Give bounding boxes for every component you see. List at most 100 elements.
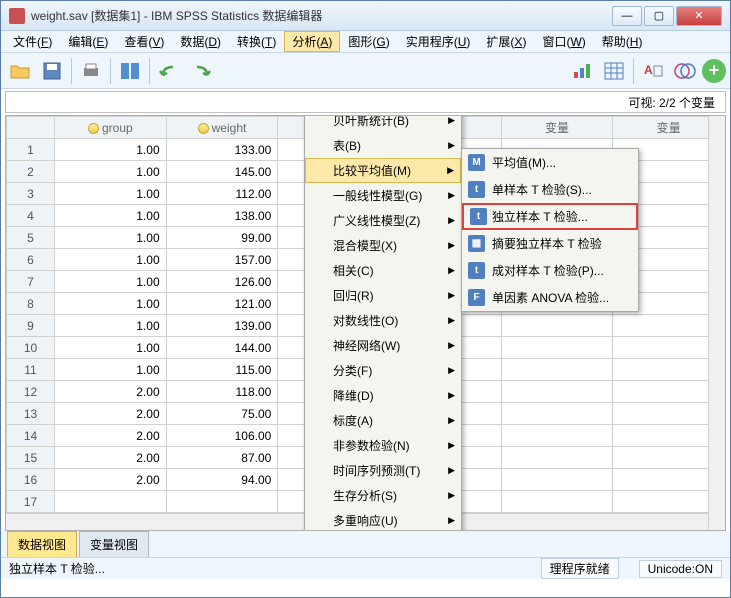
menu-f[interactable]: 文件(F) (5, 31, 60, 52)
cell-weight[interactable]: 157.00 (166, 249, 278, 271)
row-number[interactable]: 15 (7, 447, 55, 469)
analyze-menu-item[interactable]: 多重响应(U)▶ (305, 508, 461, 531)
redo-icon[interactable] (186, 56, 216, 86)
grid-icon[interactable] (599, 56, 629, 86)
analyze-menu-item[interactable]: 分类(F)▶ (305, 358, 461, 383)
analyze-menu-item[interactable]: 标度(A)▶ (305, 408, 461, 433)
cell-weight[interactable]: 118.00 (166, 381, 278, 403)
analyze-menu-item[interactable]: 降维(D)▶ (305, 383, 461, 408)
cell-weight[interactable]: 99.00 (166, 227, 278, 249)
analyze-menu-item[interactable]: 相关(C)▶ (305, 258, 461, 283)
analyze-menu-item[interactable]: 表(B)▶ (305, 133, 461, 158)
row-number[interactable]: 2 (7, 161, 55, 183)
cell-weight[interactable]: 106.00 (166, 425, 278, 447)
analyze-menu-item[interactable]: 广义线性模型(Z)▶ (305, 208, 461, 233)
undo-icon[interactable] (154, 56, 184, 86)
cell-group[interactable]: 1.00 (55, 315, 167, 337)
compare-means-item[interactable]: t独立样本 T 检验... (462, 203, 638, 230)
compare-means-item[interactable]: M平均值(M)... (462, 149, 638, 176)
row-number[interactable]: 5 (7, 227, 55, 249)
analyze-menu-item[interactable]: 混合模型(X)▶ (305, 233, 461, 258)
menu-a[interactable]: 分析(A) (284, 31, 340, 52)
cell-group[interactable]: 2.00 (55, 381, 167, 403)
column-header[interactable]: weight (166, 117, 278, 139)
cell-weight[interactable]: 87.00 (166, 447, 278, 469)
cell-group[interactable]: 1.00 (55, 139, 167, 161)
row-number[interactable]: 9 (7, 315, 55, 337)
column-header[interactable]: 变量 (501, 117, 613, 139)
cell-weight[interactable] (166, 491, 278, 513)
cell-group[interactable]: 1.00 (55, 183, 167, 205)
cell-group[interactable]: 1.00 (55, 227, 167, 249)
row-number[interactable]: 14 (7, 425, 55, 447)
row-number[interactable]: 16 (7, 469, 55, 491)
cell-weight[interactable]: 145.00 (166, 161, 278, 183)
cell-group[interactable]: 1.00 (55, 337, 167, 359)
analyze-menu-item[interactable]: 对数线性(O)▶ (305, 308, 461, 333)
cell-weight[interactable]: 126.00 (166, 271, 278, 293)
cell-group[interactable]: 1.00 (55, 205, 167, 227)
analyze-menu-item[interactable]: 时间序列预测(T)▶ (305, 458, 461, 483)
tab-data-view[interactable]: 数据视图 (7, 531, 77, 557)
chart-icon[interactable] (567, 56, 597, 86)
menu-h[interactable]: 帮助(H) (594, 31, 651, 52)
cell-group[interactable]: 2.00 (55, 403, 167, 425)
cell-weight[interactable]: 144.00 (166, 337, 278, 359)
compare-means-item[interactable]: ▦摘要独立样本 T 检验 (462, 230, 638, 257)
row-number[interactable]: 3 (7, 183, 55, 205)
cell-weight[interactable]: 138.00 (166, 205, 278, 227)
maximize-button[interactable]: ▢ (644, 6, 674, 26)
venn-icon[interactable] (670, 56, 700, 86)
cell-group[interactable]: 1.00 (55, 293, 167, 315)
menu-v[interactable]: 查看(V) (116, 31, 172, 52)
cell-group[interactable]: 1.00 (55, 359, 167, 381)
cell-weight[interactable]: 75.00 (166, 403, 278, 425)
open-icon[interactable] (5, 56, 35, 86)
cell-group[interactable]: 2.00 (55, 469, 167, 491)
analyze-menu-item[interactable]: 生存分析(S)▶ (305, 483, 461, 508)
menu-x[interactable]: 扩展(X) (478, 31, 534, 52)
cell-group[interactable]: 2.00 (55, 425, 167, 447)
recall-dialog-icon[interactable] (115, 56, 145, 86)
vertical-scrollbar[interactable] (708, 116, 725, 530)
menu-g[interactable]: 图形(G) (340, 31, 397, 52)
compare-means-item[interactable]: t成对样本 T 检验(P)... (462, 257, 638, 284)
print-icon[interactable] (76, 56, 106, 86)
row-number[interactable]: 17 (7, 491, 55, 513)
cell-weight[interactable]: 115.00 (166, 359, 278, 381)
compare-means-item[interactable]: t单样本 T 检验(S)... (462, 176, 638, 203)
menu-d[interactable]: 数据(D) (172, 31, 229, 52)
cell-group[interactable]: 2.00 (55, 447, 167, 469)
cell-group[interactable] (55, 491, 167, 513)
menu-u[interactable]: 实用程序(U) (398, 31, 479, 52)
cell-group[interactable]: 1.00 (55, 249, 167, 271)
cell-weight[interactable]: 112.00 (166, 183, 278, 205)
row-number[interactable]: 10 (7, 337, 55, 359)
close-button[interactable]: ✕ (676, 6, 722, 26)
menu-e[interactable]: 编辑(E) (60, 31, 116, 52)
cell-weight[interactable]: 94.00 (166, 469, 278, 491)
cell-weight[interactable]: 133.00 (166, 139, 278, 161)
cell-weight[interactable]: 139.00 (166, 315, 278, 337)
cell-group[interactable]: 1.00 (55, 271, 167, 293)
analyze-menu-item[interactable]: 一般线性模型(G)▶ (305, 183, 461, 208)
row-number[interactable]: 1 (7, 139, 55, 161)
menu-w[interactable]: 窗口(W) (534, 31, 593, 52)
value-labels-icon[interactable]: A (638, 56, 668, 86)
analyze-menu-item[interactable]: 贝叶斯统计(B)▶ (305, 115, 461, 133)
cell-weight[interactable]: 121.00 (166, 293, 278, 315)
row-number[interactable]: 13 (7, 403, 55, 425)
save-icon[interactable] (37, 56, 67, 86)
row-number[interactable]: 12 (7, 381, 55, 403)
minimize-button[interactable]: — (612, 6, 642, 26)
compare-means-item[interactable]: F单因素 ANOVA 检验... (462, 284, 638, 311)
analyze-menu-item[interactable]: 回归(R)▶ (305, 283, 461, 308)
column-header[interactable]: group (55, 117, 167, 139)
analyze-menu-item[interactable]: 神经网络(W)▶ (305, 333, 461, 358)
menu-t[interactable]: 转换(T) (229, 31, 284, 52)
row-number[interactable]: 8 (7, 293, 55, 315)
row-number[interactable]: 6 (7, 249, 55, 271)
row-number[interactable]: 7 (7, 271, 55, 293)
tab-variable-view[interactable]: 变量视图 (79, 531, 149, 557)
analyze-menu-item[interactable]: 比较平均值(M)▶ (305, 158, 461, 183)
